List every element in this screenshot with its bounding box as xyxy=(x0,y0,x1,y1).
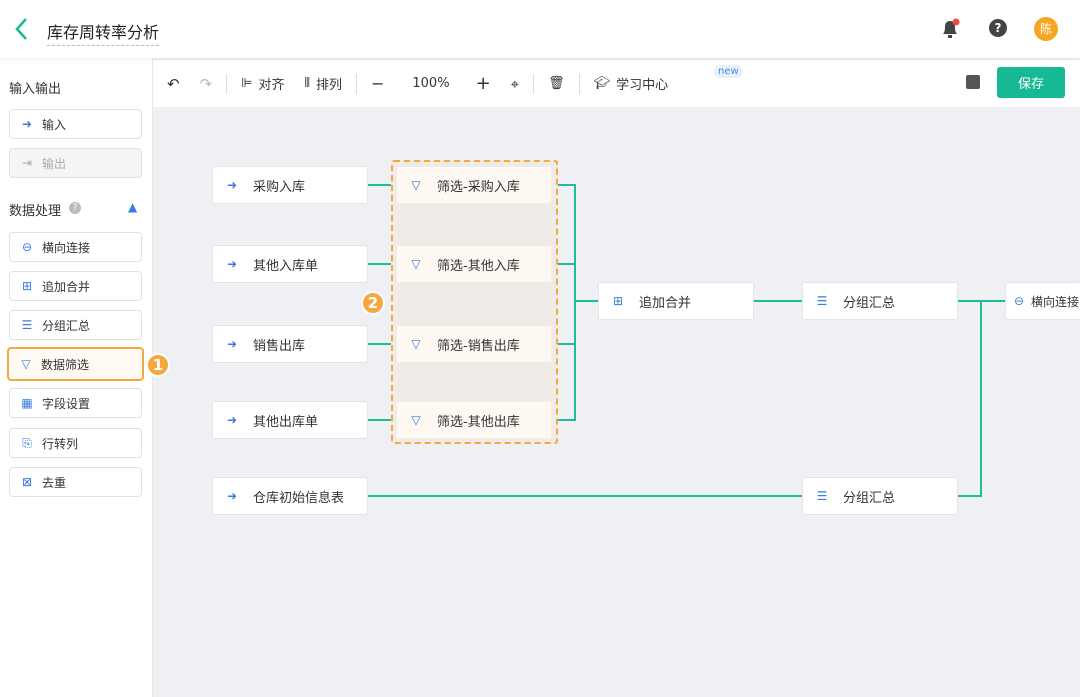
input-icon: ➜ xyxy=(226,337,238,351)
node-group-summary-2[interactable]: ☰ 分组汇总 xyxy=(802,477,958,515)
edge xyxy=(754,300,1005,497)
filter-icon: ▽ xyxy=(411,178,421,192)
label: 仓库初始信息表 xyxy=(253,490,345,506)
node-input-other-in[interactable]: ➜ 其他入库单 xyxy=(212,245,368,283)
node-group-summary-1[interactable]: ☰ 分组汇总 xyxy=(802,282,958,320)
page-title[interactable]: 库存周转率分析 xyxy=(47,19,160,46)
label: 采购入库 xyxy=(253,179,306,195)
list-icon: ☰ xyxy=(816,489,828,503)
label: 筛选-采购入库 xyxy=(437,179,520,195)
edge xyxy=(552,184,598,421)
avatar[interactable]: 陈 xyxy=(1034,17,1058,41)
input-icon: ➜ xyxy=(226,178,238,192)
input-icon: ➜ xyxy=(226,413,238,427)
label: 分组汇总 xyxy=(843,295,896,311)
top-bar: 库存周转率分析 ? 陈 xyxy=(0,0,1080,58)
label: 筛选-其他出库 xyxy=(437,414,520,430)
label: 筛选-销售出库 xyxy=(437,338,520,354)
label: 横向连接 xyxy=(1031,294,1080,309)
node-filter-sales-out[interactable]: ▽ 筛选-销售出库 xyxy=(396,325,552,363)
node-input-other-out[interactable]: ➜ 其他出库单 xyxy=(212,401,368,439)
filter-icon: ▽ xyxy=(411,257,421,271)
step-badge-2: 2 xyxy=(361,291,385,315)
link-icon: ⊖ xyxy=(1013,294,1025,308)
label: 筛选-其他入库 xyxy=(437,258,520,274)
filter-icon: ▽ xyxy=(411,413,421,427)
label: 销售出库 xyxy=(253,338,306,354)
label: 分组汇总 xyxy=(843,490,896,506)
node-input-purchase[interactable]: ➜ 采购入库 xyxy=(212,166,368,204)
bell-icon[interactable] xyxy=(940,18,960,40)
label: 其他入库单 xyxy=(253,258,319,274)
node-input-warehouse[interactable]: ➜ 仓库初始信息表 xyxy=(212,477,368,515)
node-merge[interactable]: ⊞ 追加合并 xyxy=(598,282,754,320)
help-icon[interactable]: ? xyxy=(989,19,1007,37)
node-filter-other-out[interactable]: ▽ 筛选-其他出库 xyxy=(396,401,552,439)
label: 其他出库单 xyxy=(253,414,319,430)
list-icon: ☰ xyxy=(816,294,828,308)
node-join[interactable]: ⊖ 横向连接 xyxy=(1005,282,1080,320)
input-icon: ➜ xyxy=(226,489,238,503)
input-icon: ➜ xyxy=(226,257,238,271)
merge-icon: ⊞ xyxy=(612,294,624,308)
back-chevron-icon[interactable] xyxy=(14,17,30,41)
filter-icon: ▽ xyxy=(411,337,421,351)
node-input-sales-out[interactable]: ➜ 销售出库 xyxy=(212,325,368,363)
node-filter-purchase[interactable]: ▽ 筛选-采购入库 xyxy=(396,166,552,204)
node-filter-other-in[interactable]: ▽ 筛选-其他入库 xyxy=(396,245,552,283)
label: 追加合并 xyxy=(639,295,692,311)
